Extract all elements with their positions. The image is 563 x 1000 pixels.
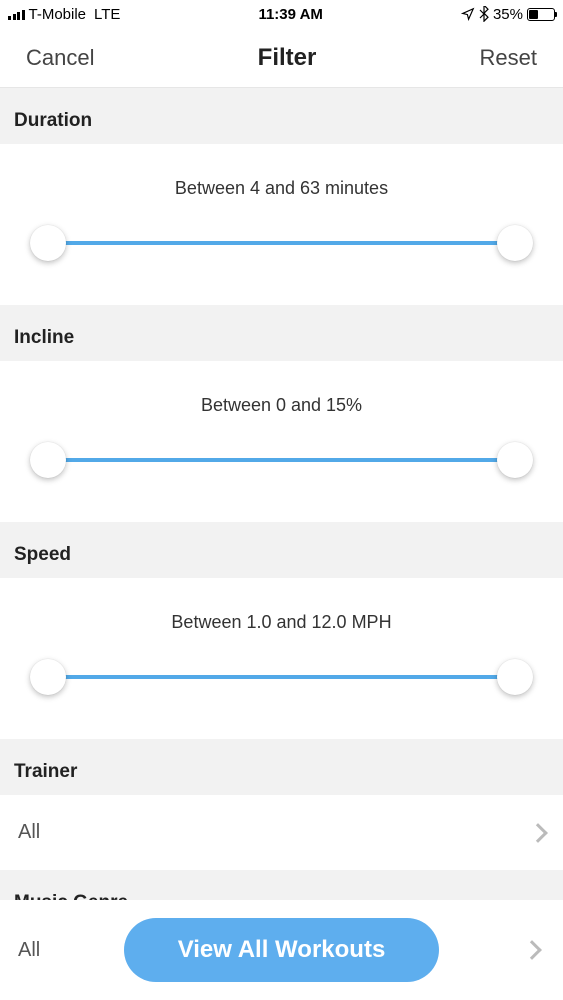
network-label: LTE <box>94 6 120 23</box>
section-header-speed: Speed <box>0 522 563 578</box>
status-right: 35% <box>461 6 555 23</box>
trainer-value: All <box>18 821 40 844</box>
cancel-button[interactable]: Cancel <box>26 45 94 71</box>
speed-slider[interactable] <box>16 659 547 695</box>
slider-track <box>34 241 529 245</box>
reset-button[interactable]: Reset <box>480 45 537 71</box>
chevron-right-icon <box>528 823 548 843</box>
incline-thumb-max[interactable] <box>497 442 533 478</box>
nav-bar: Cancel Filter Reset <box>0 28 563 88</box>
slider-track <box>34 458 529 462</box>
slider-panel-incline: Between 0 and 15% <box>0 361 563 522</box>
cta-bar: All View All Workouts <box>0 900 563 1000</box>
duration-thumb-min[interactable] <box>30 225 66 261</box>
slider-panel-duration: Between 4 and 63 minutes <box>0 144 563 305</box>
carrier-label: T-Mobile <box>29 6 87 23</box>
slider-track <box>34 675 529 679</box>
status-left: T-Mobile LTE <box>8 6 120 23</box>
view-all-workouts-button[interactable]: View All Workouts <box>124 918 440 982</box>
speed-thumb-min[interactable] <box>30 659 66 695</box>
status-bar: T-Mobile LTE 11:39 AM 35% <box>0 0 563 28</box>
incline-thumb-min[interactable] <box>30 442 66 478</box>
section-header-duration: Duration <box>0 88 563 144</box>
incline-slider[interactable] <box>16 442 547 478</box>
battery-percent: 35% <box>493 6 523 23</box>
slider-panel-speed: Between 1.0 and 12.0 MPH <box>0 578 563 739</box>
chevron-right-icon <box>522 940 542 960</box>
duration-slider[interactable] <box>16 225 547 261</box>
section-header-incline: Incline <box>0 305 563 361</box>
location-icon <box>461 7 475 21</box>
bluetooth-icon <box>479 6 489 22</box>
music-genre-value: All <box>18 939 40 962</box>
speed-thumb-max[interactable] <box>497 659 533 695</box>
incline-range-label: Between 0 and 15% <box>16 395 547 416</box>
signal-icon <box>8 8 25 20</box>
speed-range-label: Between 1.0 and 12.0 MPH <box>16 612 547 633</box>
status-time: 11:39 AM <box>258 6 322 23</box>
page-title: Filter <box>258 44 317 72</box>
trainer-row[interactable]: All <box>0 795 563 870</box>
duration-range-label: Between 4 and 63 minutes <box>16 178 547 199</box>
battery-icon <box>527 8 555 21</box>
duration-thumb-max[interactable] <box>497 225 533 261</box>
section-header-trainer: Trainer <box>0 739 563 795</box>
